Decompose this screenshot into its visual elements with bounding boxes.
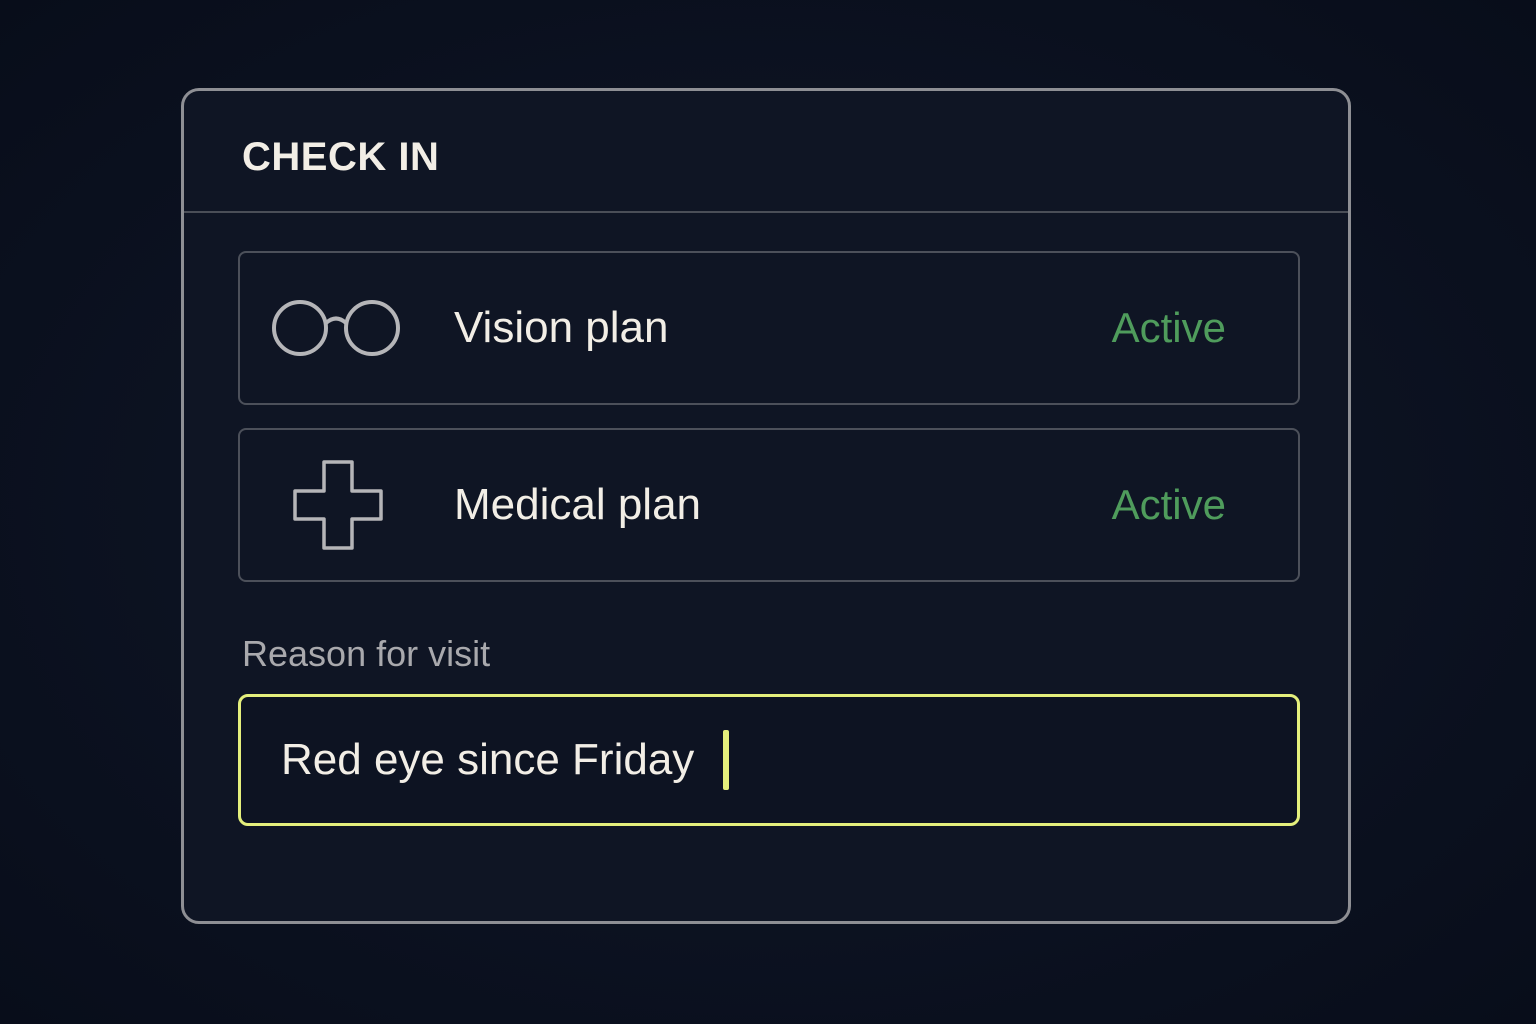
reason-for-visit-input[interactable]: Red eye since Friday <box>238 694 1300 826</box>
plan-status-badge: Active <box>1111 304 1226 351</box>
reason-input-value[interactable]: Red eye since Friday <box>281 735 707 785</box>
plan-name: Medical plan <box>454 480 702 529</box>
reason-label: Reason for visit <box>242 633 491 674</box>
glasses-icon <box>240 253 436 403</box>
plan-row-medical[interactable]: Medical plan Active <box>238 428 1300 582</box>
plan-name: Vision plan <box>454 303 669 352</box>
plan-status-badge: Active <box>1111 481 1226 528</box>
check-in-panel: CHECK IN Vision plan Active Medical plan… <box>181 88 1351 924</box>
panel-title: CHECK IN <box>242 135 440 179</box>
text-cursor <box>722 730 729 790</box>
plan-row-vision[interactable]: Vision plan Active <box>238 251 1300 405</box>
medical-cross-icon <box>240 430 436 580</box>
panel-header: CHECK IN <box>184 91 1348 213</box>
